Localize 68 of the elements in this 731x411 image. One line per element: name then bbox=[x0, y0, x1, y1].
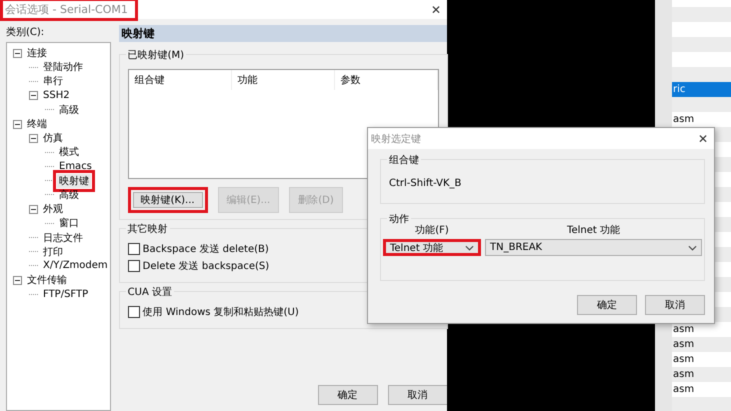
group-label: 已映射键(M) bbox=[126, 48, 186, 62]
column-header[interactable]: 功能 bbox=[232, 70, 335, 90]
list-row bbox=[672, 397, 731, 411]
dialog-button[interactable]: 确定 bbox=[318, 385, 378, 405]
list-item[interactable]: asm bbox=[672, 352, 731, 367]
collapse-icon[interactable] bbox=[13, 276, 22, 285]
checkbox-label: 使用 Windows 复制和粘贴热键(U) bbox=[142, 306, 299, 319]
tree-item[interactable]: 窗口 bbox=[57, 216, 81, 230]
column-header[interactable]: 组合键 bbox=[128, 70, 232, 90]
checkbox-label: Delete 发送 backspace(S) bbox=[142, 260, 270, 273]
tree-item[interactable]: 高级 bbox=[57, 102, 81, 117]
checkbox-label: Backspace 发送 delete(B) bbox=[142, 243, 269, 256]
tree-item[interactable]: 模式 bbox=[57, 145, 81, 160]
key-combination: Ctrl-Shift-VK_B bbox=[389, 177, 462, 191]
column-header[interactable]: 参数 bbox=[334, 70, 438, 90]
collapse-icon[interactable] bbox=[13, 120, 22, 129]
group-label: 其它映射 bbox=[126, 222, 170, 236]
tree-item[interactable]: 连接 bbox=[25, 46, 49, 60]
collapse-icon[interactable] bbox=[29, 204, 38, 214]
tree-item[interactable]: 高级 bbox=[57, 188, 81, 202]
tree-item[interactable]: 登陆动作 bbox=[41, 60, 85, 74]
tree-item[interactable]: Emacs bbox=[57, 161, 94, 172]
telnet-function-dropdown[interactable]: TN_BREAK bbox=[485, 239, 702, 256]
collapse-icon[interactable] bbox=[13, 48, 22, 58]
list-item[interactable]: asm bbox=[672, 112, 731, 127]
collapse-icon[interactable] bbox=[29, 134, 38, 143]
list-item[interactable]: asm bbox=[672, 337, 731, 352]
tree-item[interactable]: 外观 bbox=[41, 202, 65, 216]
tree-item[interactable]: FTP/SFTP bbox=[41, 288, 90, 300]
checkbox[interactable] bbox=[128, 260, 140, 272]
group-label: CUA 设置 bbox=[126, 285, 174, 299]
tree-item[interactable]: 终端 bbox=[25, 117, 49, 132]
checkbox[interactable] bbox=[128, 243, 140, 255]
group-label: 组合键 bbox=[387, 153, 421, 167]
list-row bbox=[672, 7, 731, 22]
window-title: 映射选定键 bbox=[371, 132, 421, 146]
tree-item[interactable]: 文件传输 bbox=[25, 273, 69, 288]
list-row bbox=[672, 97, 731, 112]
list-row bbox=[672, 67, 731, 82]
chevron-down-icon bbox=[688, 244, 697, 250]
window-title: 会话选项 - Serial-COM1 bbox=[0, 0, 138, 21]
tree-item[interactable]: SSH2 bbox=[41, 90, 72, 102]
section-heading: 映射键 bbox=[118, 25, 448, 42]
tree-item[interactable]: 仿真 bbox=[41, 131, 65, 146]
action-button[interactable]: 映射键(K)... bbox=[128, 187, 208, 213]
tree-item[interactable]: 日志文件 bbox=[41, 230, 85, 245]
tree-item[interactable]: 串行 bbox=[41, 74, 65, 88]
close-button[interactable]: ✕ bbox=[430, 2, 441, 16]
list-item[interactable]: asm bbox=[672, 322, 731, 337]
checkbox[interactable] bbox=[128, 306, 140, 318]
list-item[interactable]: asm bbox=[672, 367, 731, 382]
category-label: 类别(C): bbox=[6, 26, 46, 39]
dialog-button[interactable]: 取消 bbox=[645, 295, 705, 315]
list-row bbox=[672, 37, 731, 52]
tree-item[interactable]: 打印 bbox=[41, 244, 65, 259]
close-button[interactable]: ✕ bbox=[698, 132, 708, 146]
dialog-button[interactable]: 确定 bbox=[577, 295, 637, 315]
function-dropdown[interactable]: Telnet 功能 bbox=[383, 239, 481, 256]
field-label: Telnet 功能 bbox=[567, 224, 620, 237]
chevron-down-icon bbox=[465, 244, 474, 250]
list-item[interactable]: asm bbox=[672, 382, 731, 397]
dialog-button[interactable]: 取消 bbox=[388, 385, 448, 405]
tree-item[interactable]: 映射键 bbox=[57, 174, 91, 188]
group-label: 动作 bbox=[387, 212, 411, 226]
field-label: 功能(F) bbox=[415, 224, 449, 237]
collapse-icon[interactable] bbox=[29, 91, 38, 100]
list-item[interactable]: ric bbox=[672, 82, 731, 97]
tree-item[interactable]: X/Y/Zmodem bbox=[41, 260, 110, 272]
